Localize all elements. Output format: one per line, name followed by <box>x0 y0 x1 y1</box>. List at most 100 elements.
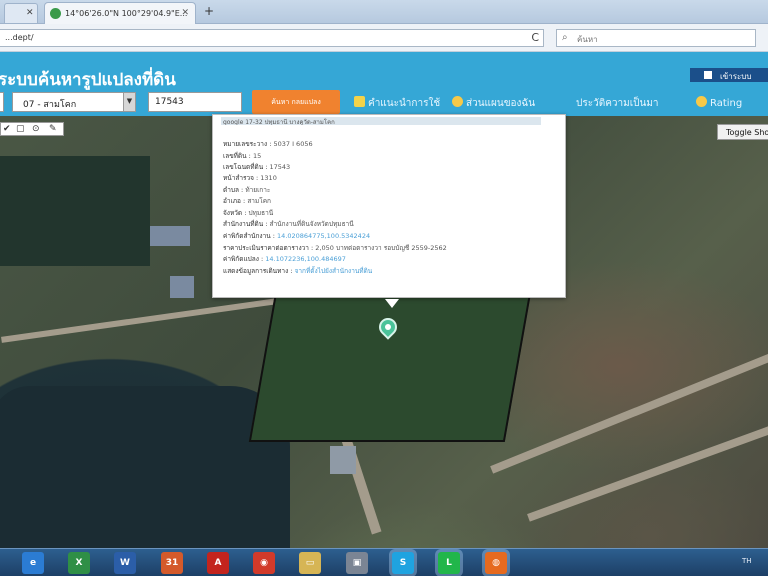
info-row: เลขที่ดิน : 15 <box>223 151 261 161</box>
info-label: สำนักงานที่ดิน : <box>223 220 268 228</box>
building <box>170 276 194 298</box>
directions-link[interactable]: จากที่ตั้งไปยังสำนักงานที่ดิน <box>295 267 373 275</box>
info-label: หน้าสำรวจ : <box>223 174 259 182</box>
info-label: หมายเลขระวาง : <box>223 140 272 148</box>
smiley-icon <box>452 96 463 107</box>
parcel-number-input[interactable]: 17543 <box>148 92 242 112</box>
info-value: ปทุมธานี <box>248 209 274 217</box>
district-select-value: 07 - สามโคก <box>23 100 77 110</box>
info-row: สำนักงานที่ดิน : สำนักงานที่ดินจังหวัดปท… <box>223 219 354 229</box>
new-tab-button[interactable]: + <box>204 4 214 18</box>
menu-guide[interactable]: คำแนะนำการใช้ <box>354 96 440 111</box>
info-row: จังหวัด : ปทุมธานี <box>223 208 273 218</box>
info-row: ค่าพิกัดแปลง : 14.1072236,100.484697 <box>223 254 346 264</box>
map-toolbar: ✔ ▢ ⊙ ✎ <box>0 122 64 136</box>
login-label: เข้าระบบ <box>720 72 752 81</box>
excel-icon[interactable]: X <box>68 552 90 574</box>
info-label: ค่าพิกัดสำนักงาน : <box>223 232 275 240</box>
windows-taskbar: e X W 31 A ◉ ▭ ▣ S L ◍ TH <box>0 548 768 576</box>
menu-my-plan[interactable]: ส่วนแผนของฉัน <box>452 96 535 111</box>
info-value: สามโคก <box>247 197 271 205</box>
info-row: ราคาประเมินราคาต่อตารางวา : 2,050 บาทต่อ… <box>223 243 447 253</box>
building <box>150 226 190 246</box>
checkbox-icon <box>704 71 712 79</box>
chevron-down-icon[interactable]: ▼ <box>123 93 135 111</box>
refresh-icon[interactable]: C <box>531 31 539 44</box>
acrobat-icon[interactable]: A <box>207 552 229 574</box>
district-select[interactable]: 07 - สามโคก ▼ <box>12 92 136 112</box>
login-button[interactable]: เข้าระบบ <box>690 68 768 82</box>
page-title: ระบบค้นหารูปแปลงที่ดิน <box>0 70 176 90</box>
info-row: หน้าสำรวจ : 1310 <box>223 173 277 183</box>
parcel-info-popup: google 17-32 ปทุมธานี บางคูวัด-สามโคก หม… <box>212 114 566 308</box>
info-row: แสดงข้อมูลการเดินทาง : จากที่ตั้งไปยังสำ… <box>223 266 372 276</box>
browser-tab-active[interactable]: 14°06'26.0"N 100°29'04.9"E... ✕ <box>44 2 196 24</box>
search-placeholder: ค้นหา <box>577 35 598 44</box>
info-label: ค่าพิกัดแปลง : <box>223 255 264 263</box>
check-icon[interactable]: ✔ <box>3 124 11 134</box>
word-icon[interactable]: W <box>114 552 136 574</box>
maps-favicon-icon <box>50 8 61 19</box>
info-value: 17543 <box>269 163 291 171</box>
browser-tab-bar: ✕ 14°06'26.0"N 100°29'04.9"E... ✕ + <box>0 0 768 24</box>
info-row: ค่าพิกัดสำนักงาน : 14.020864775,100.5342… <box>223 231 370 241</box>
tool-icon[interactable]: ▣ <box>346 552 368 574</box>
popup-tail <box>385 299 399 308</box>
info-label: เลขโฉนดที่ดิน : <box>223 163 268 171</box>
close-icon[interactable]: ✕ <box>26 8 34 18</box>
info-value: ท้ายเกาะ <box>245 186 271 194</box>
popup-header: google 17-32 ปทุมธานี บางคูวัด-สามโคก <box>221 117 541 125</box>
address-text: ...dept/ <box>5 33 34 42</box>
target-icon[interactable]: ⊙ <box>32 124 40 134</box>
menu-rating-label: Rating <box>710 98 743 109</box>
toggle-button[interactable]: Toggle Sho <box>717 124 768 140</box>
info-value: 1310 <box>260 174 277 182</box>
road <box>490 346 768 474</box>
map-pin-center <box>385 324 391 330</box>
menu-my-plan-label: ส่วนแผนของฉัน <box>466 98 536 109</box>
skype-icon[interactable]: S <box>392 552 414 574</box>
info-label: ราคาประเมินราคาต่อตารางวา : <box>223 244 314 252</box>
info-label: ตำบล : <box>223 186 244 194</box>
square-icon[interactable]: ▢ <box>16 124 25 134</box>
calendar-icon[interactable]: 31 <box>161 552 183 574</box>
ie-icon[interactable]: e <box>22 552 44 574</box>
address-row: ...dept/ C ⌕ ค้นหา <box>0 24 768 52</box>
info-value: 2,050 บาทต่อตารางวา รอบบัญชี 2559-2562 <box>315 244 447 252</box>
browser-search-input[interactable]: ⌕ ค้นหา <box>556 29 756 47</box>
browser-tab-pinned[interactable]: ✕ <box>4 3 38 23</box>
star-icon <box>696 96 707 107</box>
info-row: หมายเลขระวาง : 5037 I 6056 <box>223 139 313 149</box>
app-red-icon[interactable]: ◉ <box>253 552 275 574</box>
menu-rating[interactable]: Rating <box>696 96 742 109</box>
road <box>527 418 768 522</box>
pencil-icon[interactable]: ✎ <box>49 124 57 134</box>
office-coordinates-link[interactable]: 14.020864775,100.5342424 <box>277 232 370 240</box>
info-label: แสดงข้อมูลการเดินทาง : <box>223 267 293 275</box>
book-icon <box>354 96 365 107</box>
menu-history-label: ประวัติความเป็นมา <box>576 98 659 109</box>
address-bar[interactable]: ...dept/ C <box>0 29 544 47</box>
road <box>1 295 299 343</box>
tab-label: 14°06'26.0"N 100°29'04.9"E... <box>65 9 188 18</box>
info-row: ตำบล : ท้ายเกาะ <box>223 185 270 195</box>
info-row: อำเภอ : สามโคก <box>223 196 271 206</box>
pond <box>0 156 150 266</box>
info-row: เลขโฉนดที่ดิน : 17543 <box>223 162 290 172</box>
firefox-icon[interactable]: ◍ <box>485 552 507 574</box>
menu-history[interactable]: ประวัติความเป็นมา <box>576 96 659 111</box>
close-icon[interactable]: ✕ <box>181 8 189 18</box>
land-parcel-outline[interactable] <box>248 292 532 442</box>
info-label: อำเภอ : <box>223 197 246 205</box>
screen: { "browser": { "tabs": [ {"label": "", "… <box>0 0 768 576</box>
pond <box>0 386 290 548</box>
province-select[interactable] <box>0 92 4 112</box>
parcel-coordinates-link[interactable]: 14.1072236,100.484697 <box>265 255 346 263</box>
folder-icon[interactable]: ▭ <box>299 552 321 574</box>
line-icon[interactable]: L <box>438 552 460 574</box>
search-icon: ⌕ <box>562 32 568 43</box>
language-indicator[interactable]: TH <box>742 557 752 565</box>
menu-guide-label: คำแนะนำการใช้ <box>368 98 441 109</box>
info-value: สำนักงานที่ดินจังหวัดปทุมธานี <box>269 220 354 228</box>
search-parcel-button[interactable]: ค้นหา กลยแปลง <box>252 90 340 114</box>
